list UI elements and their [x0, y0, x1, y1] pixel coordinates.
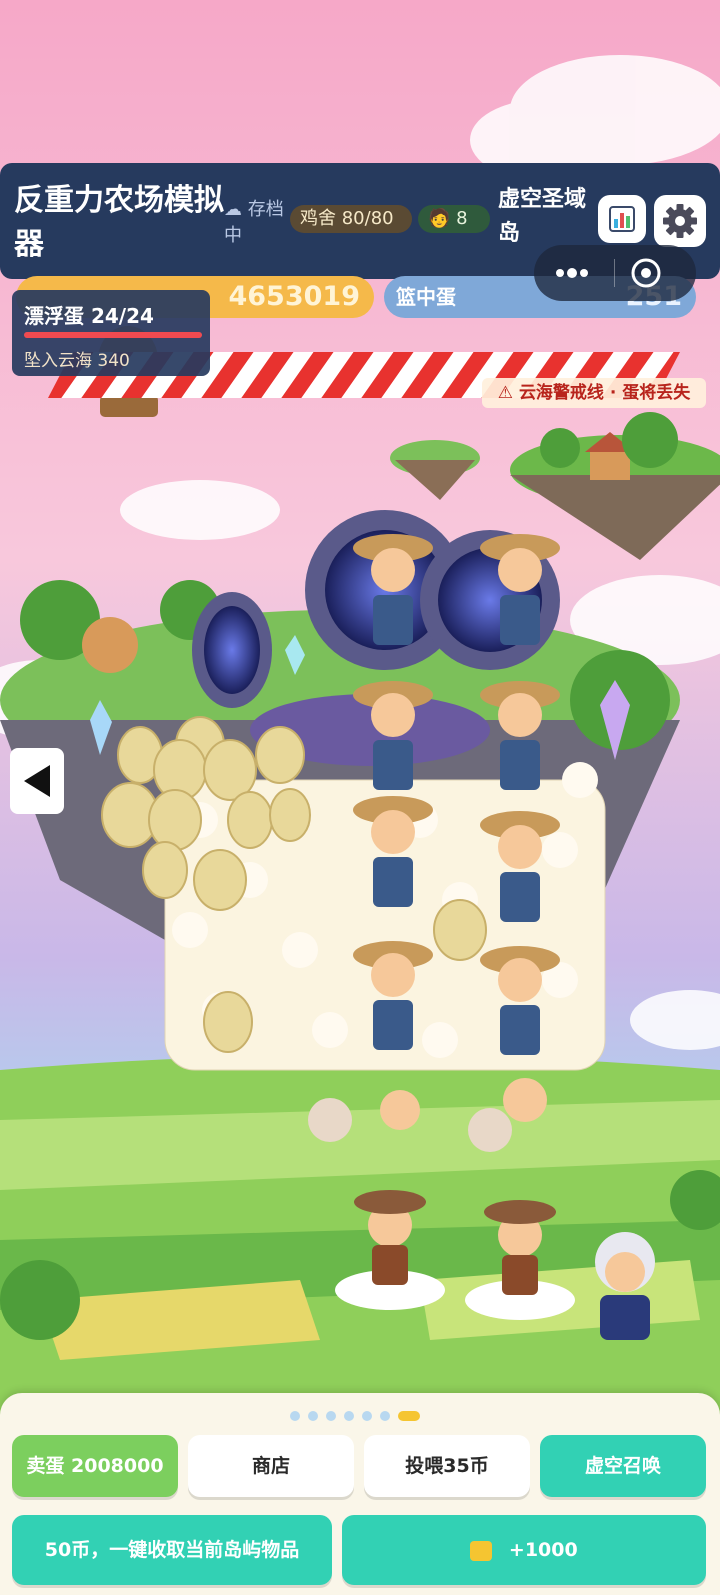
stats-button[interactable]: [598, 195, 646, 243]
miniprogram-capsule: [534, 245, 696, 301]
page-dot-active: [398, 1411, 420, 1421]
game-title: 反重力农场模拟器: [14, 183, 224, 262]
save-status: ☁ 存档中: [224, 197, 286, 249]
bottom-action-panel: 卖蛋 2008000 商店 投喂35币 虚空召唤 50币，一键收取当前岛屿物品 …: [0, 1393, 720, 1595]
basket-label: 篮中蛋: [396, 285, 456, 309]
coop-capacity-badge: 鸡舍 80/80: [290, 205, 412, 233]
cloud-sea-warning: ⚠ 云海警戒线 · 蛋将丢失: [482, 378, 706, 408]
feed-button[interactable]: 投喂35币: [364, 1435, 530, 1497]
capsule-divider: [614, 259, 615, 287]
worker-count: 8: [456, 208, 468, 229]
coin-balance: 4653019: [228, 281, 360, 312]
page-dot: [290, 1411, 300, 1421]
floating-egg-count: 漂浮蛋 24/24: [24, 304, 154, 328]
ad-bonus-button[interactable]: +1000: [342, 1515, 706, 1585]
worker-count-badge: 🧑 8: [418, 205, 490, 233]
close-miniprogram-button[interactable]: [616, 245, 696, 301]
warning-triangle-icon: ⚠: [497, 383, 514, 403]
worker-face-icon: 🧑: [428, 208, 451, 229]
more-dots-icon: [556, 268, 588, 278]
sell-eggs-button[interactable]: 卖蛋 2008000: [12, 1435, 178, 1497]
page-dot: [380, 1411, 390, 1421]
bonus-amount: +1000: [508, 1539, 578, 1561]
bar-chart-icon: [609, 206, 635, 232]
page-dot: [326, 1411, 336, 1421]
island-name: 虚空圣域岛: [498, 187, 587, 246]
left-arrow-icon: [24, 765, 50, 797]
page-dot: [308, 1411, 318, 1421]
cloud-icon: ☁: [224, 199, 242, 220]
warning-text: 云海警戒线 · 蛋将丢失: [518, 383, 691, 403]
floating-egg-panel: 漂浮蛋 24/24 坠入云海 340: [12, 290, 210, 376]
shop-button[interactable]: 商店: [188, 1435, 354, 1497]
previous-island-button[interactable]: [10, 748, 64, 814]
more-menu-button[interactable]: [534, 245, 614, 301]
page-dot: [344, 1411, 354, 1421]
tv-icon: [470, 1540, 493, 1561]
floating-egg-progress: [24, 332, 202, 338]
page-dot: [362, 1411, 372, 1421]
collect-all-button[interactable]: 50币，一键收取当前岛屿物品: [12, 1515, 332, 1585]
settings-button[interactable]: [654, 195, 706, 247]
floating-egg-progress-fill: [24, 332, 202, 338]
fallen-egg-count: 坠入云海 340: [24, 351, 130, 371]
gear-icon: [663, 204, 697, 238]
void-summon-button[interactable]: 虚空召唤: [540, 1435, 706, 1497]
target-circle-icon: [631, 258, 661, 288]
